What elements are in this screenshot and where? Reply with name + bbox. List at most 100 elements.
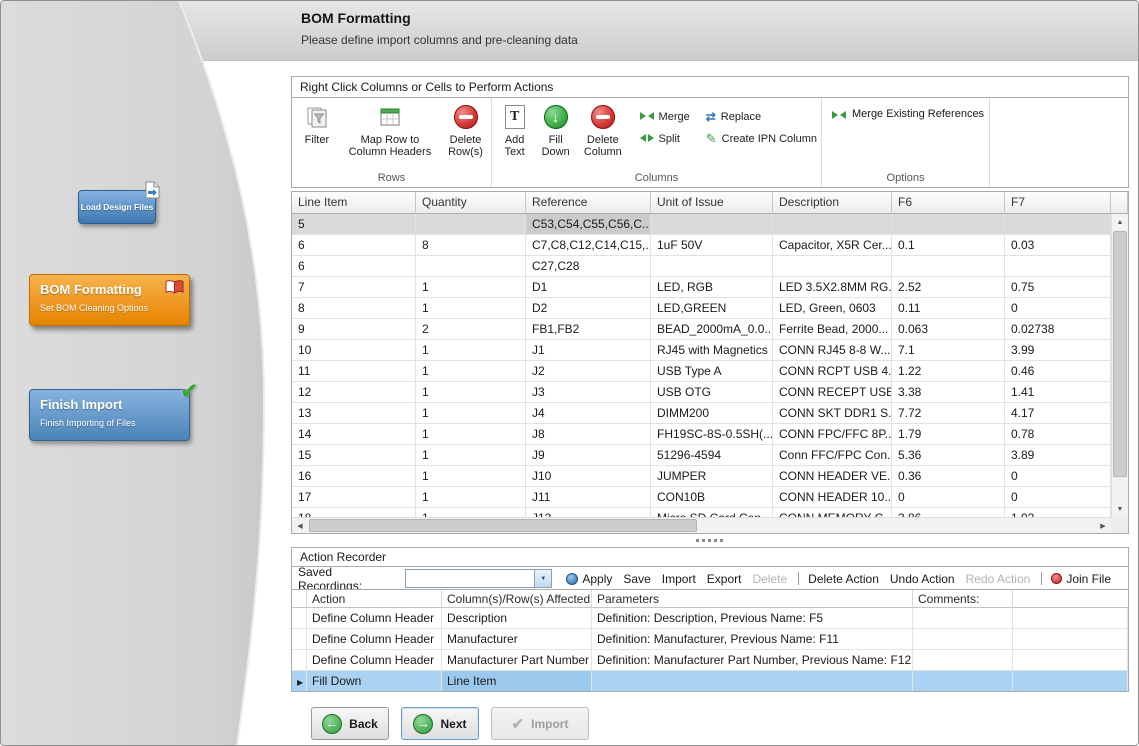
cell-description[interactable]: Ferrite Bead, 2000... (773, 319, 892, 340)
cell-unit-of-issue[interactable]: LED,GREEN (651, 298, 773, 319)
cell-action[interactable]: Fill Down (307, 671, 442, 692)
cell-quantity[interactable]: 1 (416, 382, 526, 403)
cell-quantity[interactable]: 1 (416, 508, 526, 517)
cell-reference[interactable]: J11 (526, 487, 651, 508)
cell-affected[interactable]: Description (442, 608, 592, 629)
cell-unit-of-issue[interactable]: RJ45 with Magnetics (651, 340, 773, 361)
merge-button[interactable]: Merge (640, 111, 690, 124)
cell-line-item[interactable]: 5 (292, 214, 416, 235)
recorder-header-parameters[interactable]: Parameters (592, 590, 913, 608)
cell-unit-of-issue[interactable]: BEAD_2000mA_0.0... (651, 319, 773, 340)
apply-button[interactable]: Apply (566, 572, 612, 586)
cell-quantity[interactable]: 1 (416, 277, 526, 298)
undo-action-button[interactable]: Undo Action (890, 572, 955, 586)
cell-unit-of-issue[interactable]: DIMM200 (651, 403, 773, 424)
merge-existing-references-button[interactable]: Merge Existing References (822, 98, 989, 171)
cell-parameters[interactable] (592, 671, 913, 692)
cell-f6[interactable]: 0.063 (892, 319, 1005, 340)
cell-f6[interactable] (892, 256, 1005, 277)
table-row[interactable]: 17 1 J11 CON10B CONN HEADER 10... 0 0 (292, 487, 1111, 508)
add-text-button[interactable]: T Add Text (498, 104, 531, 158)
cell-f7[interactable]: 1.92 (1005, 508, 1111, 517)
cell-f7[interactable]: 0.78 (1005, 424, 1111, 445)
cell-comments[interactable] (913, 650, 1013, 671)
table-row[interactable]: 11 1 J2 USB Type A CONN RCPT USB 4... 1.… (292, 361, 1111, 382)
table-row[interactable]: 10 1 J1 RJ45 with Magnetics CONN RJ45 8-… (292, 340, 1111, 361)
cell-f6[interactable]: 0 (892, 487, 1005, 508)
cell-f6[interactable]: 0.1 (892, 235, 1005, 256)
wizard-step-finish-import[interactable]: Finish Import Finish Importing of Files … (29, 389, 190, 441)
cell-line-item[interactable]: 17 (292, 487, 416, 508)
cell-f7[interactable]: 3.89 (1005, 445, 1111, 466)
cell-f7[interactable]: 0 (1005, 487, 1111, 508)
delete-rows-button[interactable]: Delete Row(s) (444, 104, 487, 158)
table-row[interactable]: 5 C53,C54,C55,C56,C... (292, 214, 1111, 235)
vertical-scrollbar[interactable]: ▲ ▼ (1111, 214, 1128, 517)
scroll-down-icon[interactable]: ▼ (1112, 501, 1128, 517)
wizard-step-bom-formatting[interactable]: BOM Formatting Set BOM Cleaning Options (29, 274, 190, 326)
cell-quantity[interactable] (416, 256, 526, 277)
table-row[interactable]: 15 1 J9 51296-4594 Conn FFC/FPC Con... 5… (292, 445, 1111, 466)
column-header-unit-of-issue[interactable]: Unit of Issue (651, 192, 773, 214)
recorder-header-comments[interactable]: Comments: (913, 590, 1013, 608)
cell-line-item[interactable]: 6 (292, 235, 416, 256)
cell-parameters[interactable]: Definition: Manufacturer, Previous Name:… (592, 629, 913, 650)
table-row[interactable]: 13 1 J4 DIMM200 CONN SKT DDR1 S... 7.72 … (292, 403, 1111, 424)
cell-f6[interactable]: 7.72 (892, 403, 1005, 424)
horizontal-scroll-thumb[interactable] (309, 519, 697, 532)
cell-parameters[interactable]: Definition: Description, Previous Name: … (592, 608, 913, 629)
recorder-header-affected[interactable]: Column(s)/Row(s) Affected (442, 590, 592, 608)
cell-f6[interactable]: 1.22 (892, 361, 1005, 382)
cell-f7[interactable] (1005, 256, 1111, 277)
cell-f7[interactable]: 0.75 (1005, 277, 1111, 298)
cell-description[interactable]: LED, Green, 0603 (773, 298, 892, 319)
cell-unit-of-issue[interactable]: USB Type A (651, 361, 773, 382)
column-header-reference[interactable]: Reference (526, 192, 651, 214)
recorder-header-action[interactable]: Action (307, 590, 442, 608)
cell-reference[interactable]: FB1,FB2 (526, 319, 651, 340)
cell-reference[interactable]: C7,C8,C12,C14,C15,... (526, 235, 651, 256)
cell-description[interactable]: CONN RECEPT USB... (773, 382, 892, 403)
cell-f6[interactable]: 3.86 (892, 508, 1005, 517)
cell-description[interactable]: CONN FPC/FFC 8P... (773, 424, 892, 445)
recorder-row[interactable]: ▶ Fill Down Line Item (292, 671, 1128, 692)
wizard-step-load-design-files[interactable]: Load Design Files (78, 190, 156, 224)
cell-f7[interactable]: 1.41 (1005, 382, 1111, 403)
table-row[interactable]: 7 1 D1 LED, RGB LED 3.5X2.8MM RG... 2.52… (292, 277, 1111, 298)
create-ipn-column-button[interactable]: ✎ Create IPN Column (706, 131, 817, 147)
cell-unit-of-issue[interactable]: LED, RGB (651, 277, 773, 298)
table-row[interactable]: 9 2 FB1,FB2 BEAD_2000mA_0.0... Ferrite B… (292, 319, 1111, 340)
cell-line-item[interactable]: 6 (292, 256, 416, 277)
cell-reference[interactable]: J3 (526, 382, 651, 403)
cell-quantity[interactable]: 1 (416, 403, 526, 424)
cell-quantity[interactable]: 8 (416, 235, 526, 256)
delete-column-button[interactable]: Delete Column (580, 104, 626, 158)
cell-description[interactable]: CONN RJ45 8-8 W... (773, 340, 892, 361)
column-header-line-item[interactable]: Line Item (292, 192, 416, 214)
cell-reference[interactable]: D1 (526, 277, 651, 298)
cell-affected[interactable]: Line Item (442, 671, 592, 692)
cell-reference[interactable]: J10 (526, 466, 651, 487)
cell-reference[interactable]: J8 (526, 424, 651, 445)
cell-action[interactable]: Define Column Header (307, 629, 442, 650)
cell-action[interactable]: Define Column Header (307, 650, 442, 671)
horizontal-scrollbar[interactable]: ◀ ▶ (292, 517, 1111, 533)
delete-action-button[interactable]: Delete Action (808, 572, 879, 586)
next-button[interactable]: → Next (401, 707, 479, 740)
cell-f7[interactable]: 3.99 (1005, 340, 1111, 361)
cell-f7[interactable]: 4.17 (1005, 403, 1111, 424)
recorder-row[interactable]: Define Column Header Manufacturer Defini… (292, 629, 1128, 650)
cell-f6[interactable]: 3.38 (892, 382, 1005, 403)
dropdown-button[interactable]: ▼ (534, 570, 551, 587)
cell-unit-of-issue[interactable]: FH19SC-8S-0.5SH(... (651, 424, 773, 445)
cell-description[interactable]: CONN SKT DDR1 S... (773, 403, 892, 424)
cell-quantity[interactable]: 1 (416, 298, 526, 319)
table-row[interactable]: 16 1 J10 JUMPER CONN HEADER VE... 0.36 0 (292, 466, 1111, 487)
cell-reference[interactable]: C27,C28 (526, 256, 651, 277)
cell-comments[interactable] (913, 629, 1013, 650)
cell-description[interactable]: Conn FFC/FPC Con... (773, 445, 892, 466)
cell-line-item[interactable]: 12 (292, 382, 416, 403)
cell-f6[interactable]: 7.1 (892, 340, 1005, 361)
cell-description[interactable]: LED 3.5X2.8MM RG... (773, 277, 892, 298)
column-header-quantity[interactable]: Quantity (416, 192, 526, 214)
